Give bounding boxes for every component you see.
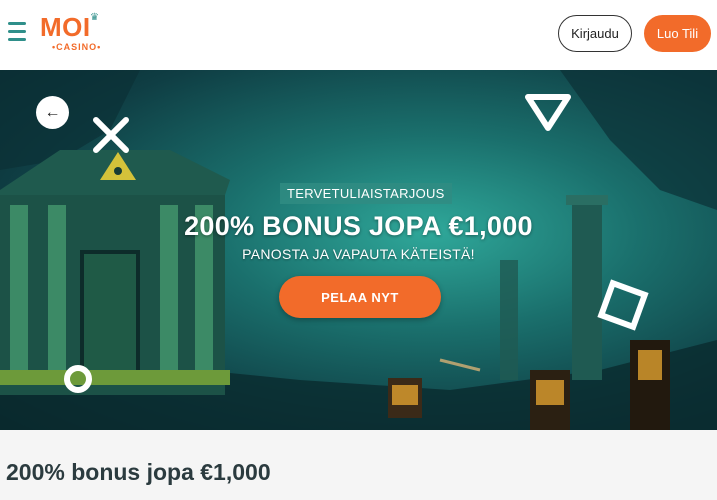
hero-banner: ← TERVETULIAISTARJOUS 200% BONUS JOPA €1…	[0, 70, 717, 430]
square-symbol-icon	[597, 279, 649, 331]
signup-button[interactable]: Luo Tili	[644, 15, 711, 52]
play-now-button[interactable]: PELAA NYT	[279, 276, 441, 318]
crown-icon: ♛	[90, 12, 99, 23]
bonus-section-title: 200% bonus jopa €1,000	[6, 459, 271, 485]
triangle-symbol-icon	[525, 94, 571, 131]
hero-subtitle: PANOSTA JA VAPAUTA KÄTEISTÄ!	[242, 246, 475, 262]
logo-sub-text: •CASINO•	[52, 42, 102, 52]
promo-tag: TERVETULIAISTARJOUS	[280, 183, 452, 204]
hero-title: 200% BONUS JOPA €1,000	[184, 211, 533, 241]
site-header: MOI ♛ •CASINO• Kirjaudu Luo Tili	[0, 0, 717, 70]
hamburger-menu-icon[interactable]	[8, 22, 28, 44]
login-button[interactable]: Kirjaudu	[558, 15, 632, 52]
logo-main-text: MOI	[40, 12, 91, 42]
moi-casino-logo[interactable]: MOI ♛ •CASINO•	[40, 12, 110, 54]
arrow-left-icon[interactable]: ←	[36, 96, 69, 129]
